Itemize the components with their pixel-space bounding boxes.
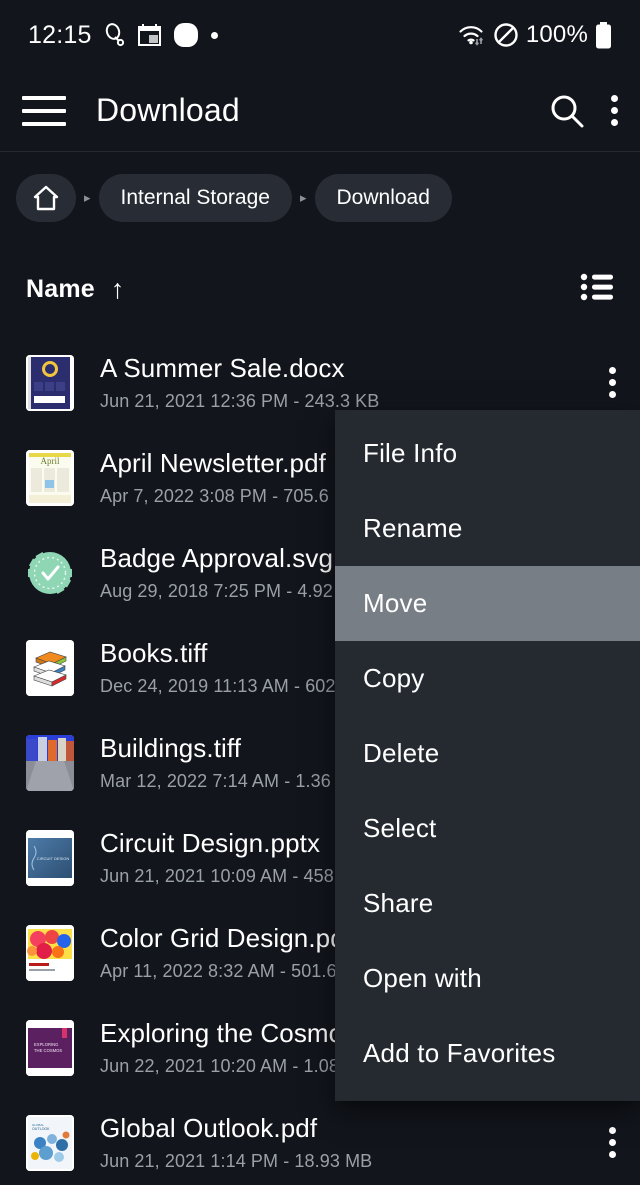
file-name: Badge Approval.svg: [100, 543, 334, 573]
file-details: Jun 21, 2021 1:14 PM - 18.93 MB: [100, 1151, 373, 1171]
file-meta: April Newsletter.pdf Apr 7, 2022 3:08 PM…: [100, 448, 358, 507]
summer-sale-doc-thumbnail: [26, 354, 74, 411]
status-time: 12:15: [28, 20, 92, 49]
svg-text:CIRCUIT DESIGN: CIRCUIT DESIGN: [37, 856, 70, 861]
menu-item-label: Rename: [363, 513, 463, 543]
global-outlook-cover-thumbnail: GLOBAL OUTLOOK: [26, 1114, 74, 1171]
file-details: Jun 21, 2021 12:36 PM - 243.3 KB: [100, 391, 380, 411]
buildings-photo-thumbnail: [26, 734, 74, 791]
color-grid-cover-thumbnail: [26, 924, 74, 981]
page-title: Download: [96, 92, 240, 128]
file-meta: Circuit Design.pptx Jun 21, 2021 10:09 A…: [100, 828, 363, 887]
breadcrumb: ▸ Internal Storage ▸ Download: [0, 153, 640, 243]
breadcrumb-home[interactable]: [16, 174, 76, 222]
file-manager-screen: 12:15 100% Download ▸ Internal Storage ▸…: [0, 0, 640, 1185]
exploring-cosmos-cover-thumbnail: EXPLORING THE COSMOS: [26, 1019, 74, 1076]
wifi-icon: [458, 23, 486, 47]
menu-item-share[interactable]: Share: [335, 866, 640, 941]
context-menu: File Info Rename Move Copy Delete Select…: [335, 410, 640, 1101]
file-details: Jun 21, 2021 10:09 AM - 458 KB: [100, 866, 364, 886]
breadcrumb-item-internal-storage[interactable]: Internal Storage: [98, 174, 292, 222]
svg-text:OUTLOOK: OUTLOOK: [32, 1127, 50, 1131]
overflow-menu-icon[interactable]: [610, 91, 618, 130]
breadcrumb-separator: ▸: [299, 190, 307, 205]
svg-text:April: April: [41, 456, 60, 466]
breadcrumb-separator: ▸: [84, 190, 91, 205]
battery-percent: 100%: [525, 21, 588, 48]
file-details: Apr 11, 2022 8:32 AM - 501.6 KB: [100, 961, 366, 981]
menu-item-label: File Info: [363, 438, 458, 468]
menu-item-label: Copy: [363, 663, 425, 693]
menu-item-open-with[interactable]: Open with: [335, 941, 640, 1016]
menu-item-move[interactable]: Move: [335, 566, 640, 641]
status-bar-left: 12:15: [28, 21, 218, 50]
magnifier-badge-icon: [104, 23, 126, 47]
file-meta: Buildings.tiff Mar 12, 2022 7:14 AM - 1.…: [100, 733, 363, 792]
file-meta: Badge Approval.svg Aug 29, 2018 7:25 PM …: [100, 543, 362, 602]
file-details: Mar 12, 2022 7:14 AM - 1.36 MB: [100, 771, 364, 791]
file-details: Aug 29, 2018 7:25 PM - 4.92 KB: [100, 581, 363, 601]
sort-field-label[interactable]: Name: [26, 275, 95, 304]
status-bar: 12:15 100%: [0, 0, 640, 70]
search-icon[interactable]: [548, 92, 586, 130]
breadcrumb-label: Download: [336, 186, 430, 209]
file-name: Color Grid Design.pdf: [100, 923, 353, 953]
menu-item-select[interactable]: Select: [335, 791, 640, 866]
menu-item-label: Open with: [363, 963, 482, 993]
rounded-square-icon: [173, 22, 199, 48]
app-bar: Download: [0, 70, 640, 152]
sort-bar: Name ↑: [0, 243, 640, 335]
menu-item-label: Select: [363, 813, 437, 843]
books-stack-thumbnail: [26, 639, 74, 696]
menu-item-delete[interactable]: Delete: [335, 716, 640, 791]
do-not-disturb-icon: [493, 22, 519, 48]
file-name: Buildings.tiff: [100, 733, 242, 763]
row-overflow-icon[interactable]: [600, 1117, 624, 1168]
file-name: Global Outlook.pdf: [100, 1113, 318, 1143]
breadcrumb-item-download[interactable]: Download: [314, 174, 452, 222]
file-row[interactable]: GLOBAL OUTLOOK Global Outlook.pdf Jun 21…: [0, 1095, 640, 1185]
menu-item-label: Share: [363, 888, 434, 918]
app-bar-actions: [548, 91, 640, 130]
menu-item-add-to-favorites[interactable]: Add to Favorites: [335, 1016, 640, 1091]
file-name: Circuit Design.pptx: [100, 828, 321, 858]
menu-item-label: Add to Favorites: [363, 1038, 556, 1068]
row-overflow-icon[interactable]: [600, 357, 624, 408]
file-meta: Color Grid Design.pdf Apr 11, 2022 8:32 …: [100, 923, 366, 982]
file-details: Apr 7, 2022 3:08 PM - 705.6 KB: [100, 486, 359, 506]
menu-item-rename[interactable]: Rename: [335, 491, 640, 566]
list-view-icon[interactable]: [580, 272, 614, 307]
menu-item-copy[interactable]: Copy: [335, 641, 640, 716]
arrow-up-icon[interactable]: ↑: [111, 275, 125, 303]
circuit-design-slide-thumbnail: CIRCUIT DESIGN: [26, 829, 74, 886]
menu-item-label: Move: [363, 588, 428, 618]
calendar-icon: [137, 24, 161, 46]
svg-text:EXPLORING: EXPLORING: [34, 1042, 58, 1047]
file-meta: A Summer Sale.docx Jun 21, 2021 12:36 PM…: [100, 353, 379, 412]
breadcrumb-label: Internal Storage: [120, 186, 270, 209]
small-dot-icon: [210, 31, 218, 39]
battery-full-icon: [595, 21, 612, 49]
hamburger-icon[interactable]: [22, 95, 66, 126]
file-meta: Global Outlook.pdf Jun 21, 2021 1:14 PM …: [100, 1113, 372, 1172]
svg-text:THE COSMOS: THE COSMOS: [34, 1048, 62, 1053]
menu-item-label: Delete: [363, 738, 440, 768]
menu-item-file-info[interactable]: File Info: [335, 416, 640, 491]
status-bar-right: 100%: [458, 21, 612, 49]
home-icon: [32, 184, 60, 212]
badge-check-thumbnail: [26, 545, 74, 601]
file-name: A Summer Sale.docx: [100, 353, 345, 383]
april-newsletter-thumbnail: April: [26, 449, 74, 506]
file-name: April Newsletter.pdf: [100, 448, 326, 478]
